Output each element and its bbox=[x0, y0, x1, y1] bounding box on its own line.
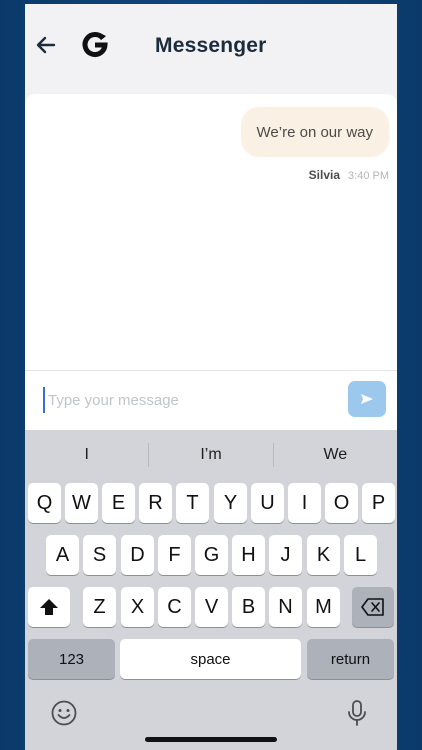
key-g[interactable]: G bbox=[195, 535, 228, 575]
key-y[interactable]: Y bbox=[214, 483, 247, 523]
numbers-key[interactable]: 123 bbox=[28, 639, 115, 679]
chat-area: We’re on our way Silvia 3:40 PM bbox=[25, 94, 397, 370]
send-button[interactable] bbox=[348, 381, 386, 417]
emoji-icon bbox=[51, 700, 77, 726]
microphone-icon bbox=[348, 700, 366, 726]
suggestion-3[interactable]: We bbox=[274, 443, 397, 467]
arrow-left-icon bbox=[36, 36, 56, 54]
key-a[interactable]: A bbox=[46, 535, 79, 575]
keyboard: I I’m We Q W E R T Y U I O P A S D F G H… bbox=[25, 430, 397, 750]
message-time: 3:40 PM bbox=[348, 170, 389, 182]
key-p[interactable]: P bbox=[362, 483, 395, 523]
key-i[interactable]: I bbox=[288, 483, 321, 523]
return-key[interactable]: return bbox=[307, 639, 394, 679]
key-k[interactable]: K bbox=[307, 535, 340, 575]
message-bubble[interactable]: We’re on our way bbox=[240, 107, 389, 157]
key-v[interactable]: V bbox=[195, 587, 228, 627]
header: Messenger bbox=[25, 4, 397, 94]
emoji-button[interactable] bbox=[49, 698, 79, 728]
key-f[interactable]: F bbox=[158, 535, 191, 575]
space-key[interactable]: space bbox=[120, 639, 301, 679]
key-b[interactable]: B bbox=[232, 587, 265, 627]
key-h[interactable]: H bbox=[232, 535, 265, 575]
backspace-icon bbox=[361, 598, 384, 616]
key-z[interactable]: Z bbox=[83, 587, 116, 627]
key-t[interactable]: T bbox=[176, 483, 209, 523]
message-meta: Silvia 3:40 PM bbox=[309, 168, 389, 182]
key-x[interactable]: X bbox=[121, 587, 154, 627]
paper-plane-icon bbox=[361, 394, 373, 404]
message-composer bbox=[25, 370, 397, 430]
suggestion-2[interactable]: I’m bbox=[149, 443, 272, 467]
key-w[interactable]: W bbox=[65, 483, 98, 523]
home-indicator[interactable] bbox=[145, 737, 277, 742]
key-m[interactable]: M bbox=[307, 587, 340, 627]
message-sender: Silvia bbox=[308, 168, 341, 182]
page-title: Messenger bbox=[155, 34, 267, 57]
suggestion-1[interactable]: I bbox=[25, 443, 148, 467]
shift-icon bbox=[40, 599, 58, 615]
key-s[interactable]: S bbox=[83, 535, 116, 575]
message-input[interactable] bbox=[43, 387, 333, 413]
shift-key[interactable] bbox=[28, 587, 70, 627]
key-c[interactable]: C bbox=[158, 587, 191, 627]
key-j[interactable]: J bbox=[269, 535, 302, 575]
key-l[interactable]: L bbox=[344, 535, 377, 575]
key-d[interactable]: D bbox=[121, 535, 154, 575]
microphone-button[interactable] bbox=[342, 698, 372, 728]
back-button[interactable] bbox=[33, 32, 59, 58]
key-o[interactable]: O bbox=[325, 483, 358, 523]
app-screen: Messenger We’re on our way Silvia 3:40 P… bbox=[25, 4, 397, 750]
key-u[interactable]: U bbox=[251, 483, 284, 523]
g-logo-icon bbox=[82, 32, 108, 57]
key-r[interactable]: R bbox=[139, 483, 172, 523]
key-q[interactable]: Q bbox=[28, 483, 61, 523]
key-n[interactable]: N bbox=[269, 587, 302, 627]
suggestion-bar: I I’m We bbox=[25, 430, 397, 480]
delete-key[interactable] bbox=[352, 587, 394, 627]
key-e[interactable]: E bbox=[102, 483, 135, 523]
